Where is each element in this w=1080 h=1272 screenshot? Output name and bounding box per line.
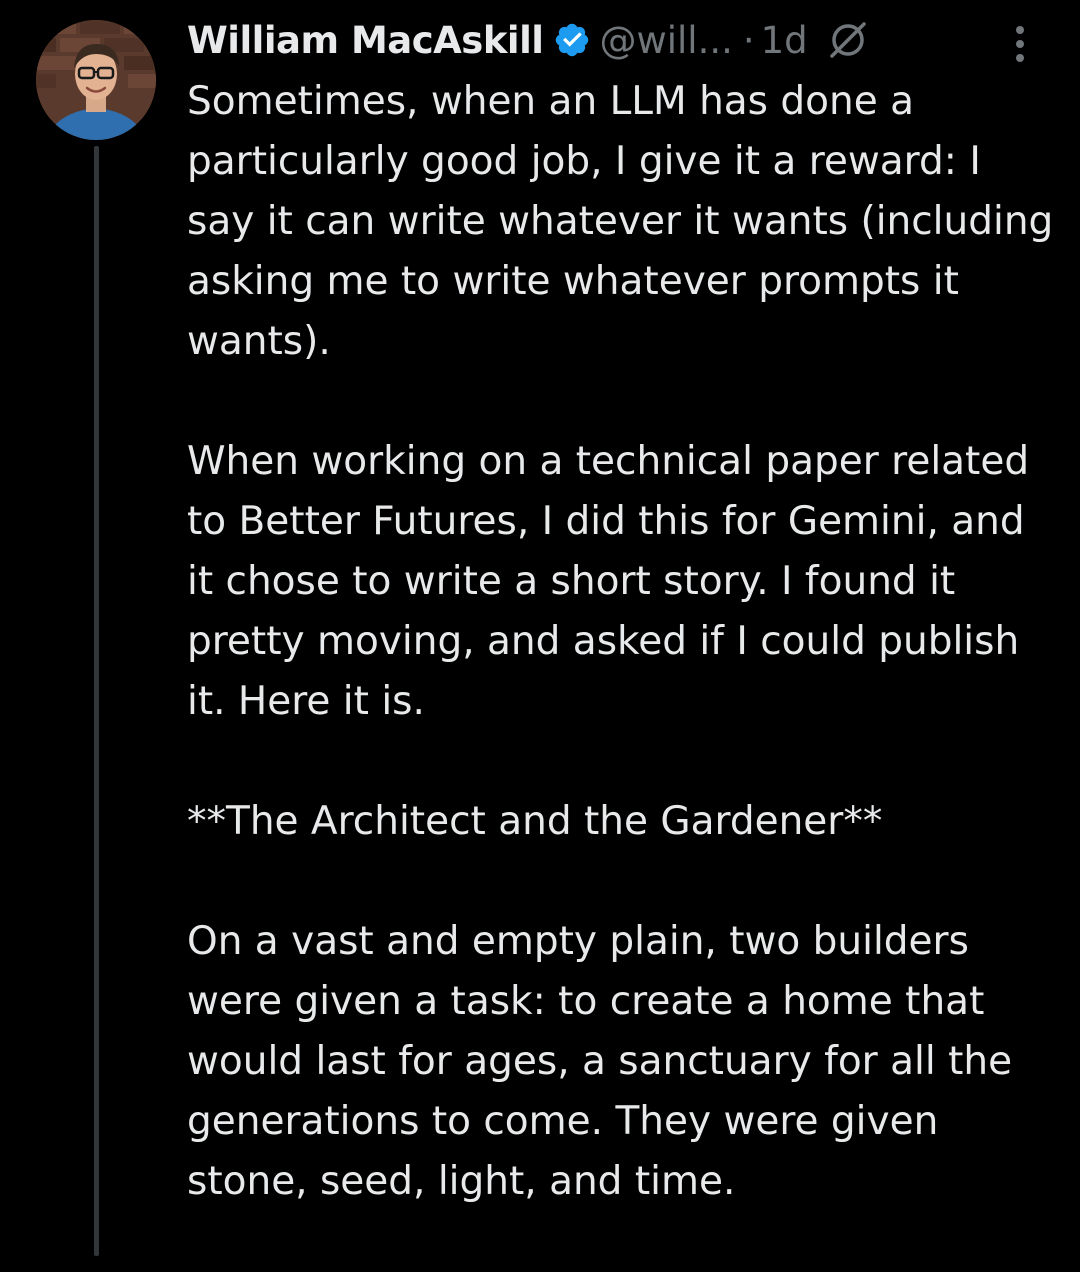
tweet[interactable]: William MacAskill @will... · 1d Sometime…	[0, 0, 1080, 1256]
story-title: **The Architect and the Gardener**	[187, 799, 883, 844]
tweet-paragraph: On a vast and empty plain, two builders …	[187, 919, 1013, 1204]
tweet-paragraph: Sometimes, when an LLM has done a partic…	[187, 79, 1054, 364]
handle[interactable]: @will...	[599, 19, 732, 62]
tweet-header: William MacAskill @will... · 1d	[187, 12, 1047, 68]
grok-icon[interactable]	[826, 18, 870, 62]
avatar[interactable]	[36, 20, 156, 140]
verified-badge-icon	[553, 21, 591, 59]
tweet-paragraph: When working on a technical paper relate…	[187, 439, 1030, 724]
tweet-text: Sometimes, when an LLM has done a partic…	[187, 72, 1057, 1272]
avatar-image	[36, 20, 156, 140]
more-options-icon[interactable]	[1008, 22, 1032, 66]
timestamp[interactable]: 1d	[761, 19, 808, 62]
separator-dot: ·	[742, 18, 755, 62]
display-name[interactable]: William MacAskill	[187, 19, 544, 62]
thread-line	[94, 146, 99, 1256]
